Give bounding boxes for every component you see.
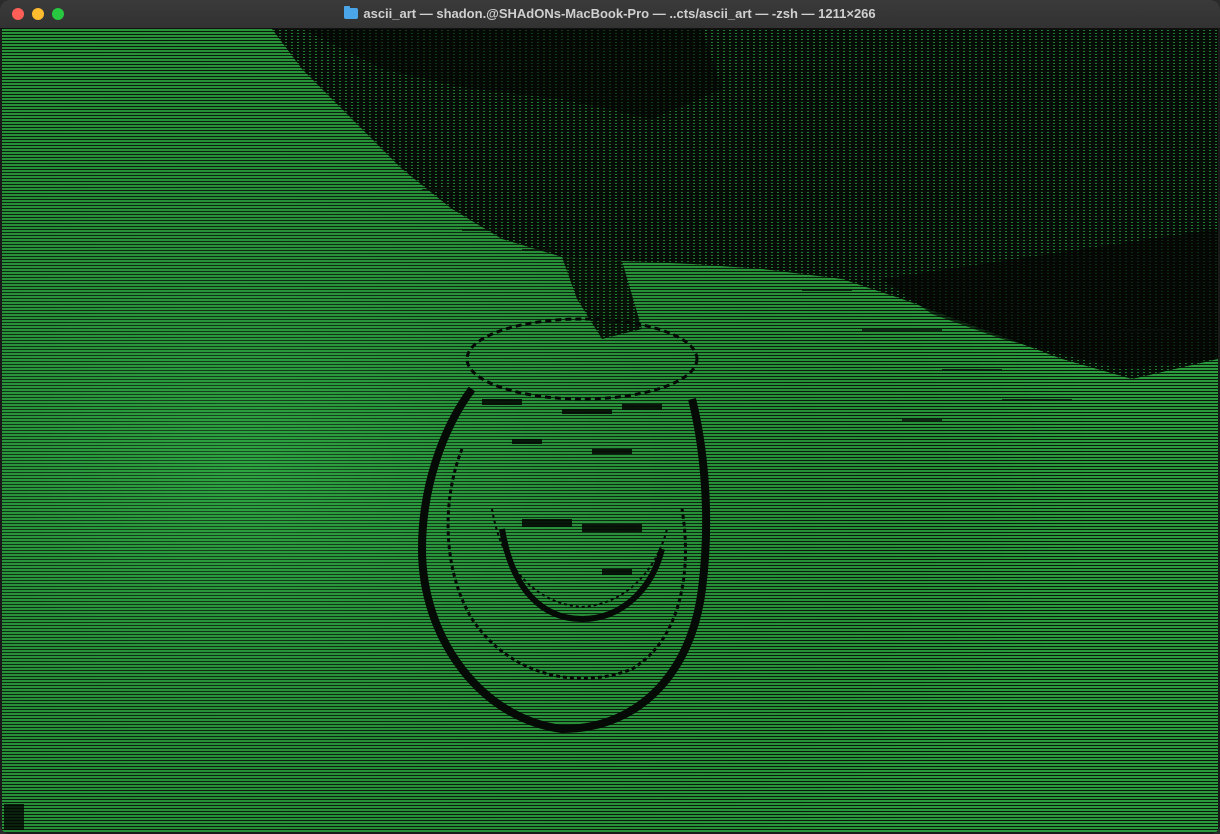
- folder-icon: [344, 6, 359, 19]
- window-title-text: ascii_art — shadon.@SHAdONs-MacBook-Pro …: [363, 6, 876, 21]
- terminal-window: ascii_art — shadon.@SHAdONs-MacBook-Pro …: [0, 0, 1220, 834]
- terminal-output[interactable]: [2, 29, 1218, 832]
- ascii-art-image: [2, 29, 1218, 832]
- title-bar[interactable]: ascii_art — shadon.@SHAdONs-MacBook-Pro …: [0, 0, 1220, 29]
- window-title: ascii_art — shadon.@SHAdONs-MacBook-Pro …: [0, 6, 1220, 21]
